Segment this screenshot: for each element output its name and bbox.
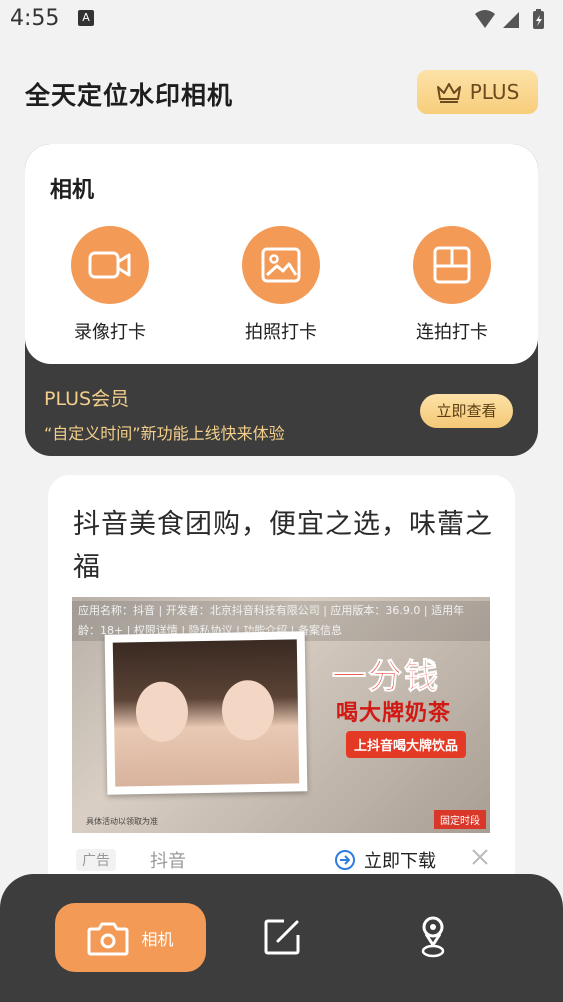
ad-photo-frame [104, 631, 308, 795]
ad-source: 抖音 [150, 851, 186, 872]
notification-icon: A [78, 10, 94, 26]
nav-edit-tab[interactable] [259, 914, 305, 960]
close-icon[interactable] [470, 847, 490, 867]
ad-photo [112, 639, 300, 787]
burst-checkin-button[interactable]: 连拍打卡 [397, 226, 507, 344]
plus-button[interactable]: PLUS [417, 70, 538, 114]
promo-subheadline: 喝大牌奶茶 [336, 701, 452, 726]
ad-title: 抖音美食团购，便宜之选，味蕾之福 [73, 509, 493, 583]
download-label: 立即下载 [364, 851, 436, 872]
wifi-icon [475, 10, 495, 28]
camera-icon [87, 922, 129, 955]
plus-label: PLUS [469, 80, 520, 104]
edit-icon [264, 919, 300, 955]
status-bar: 4:55 A [0, 0, 563, 40]
download-arrow-icon [335, 850, 355, 870]
photo-checkin-button[interactable]: 拍照打卡 [226, 226, 336, 344]
download-button[interactable]: 立即下载 [334, 847, 436, 873]
crown-icon [436, 83, 461, 103]
camera-card: 相机 录像打卡 拍照打卡 连拍打卡 [25, 144, 538, 364]
app-title: 全天定位水印相机 [25, 81, 234, 110]
promo-headline: 一分钱 [332, 657, 440, 698]
bottom-nav: 相机 [0, 874, 563, 1002]
view-now-button[interactable]: 立即查看 [420, 394, 513, 428]
nav-location-tab[interactable] [410, 914, 456, 960]
layout-icon [433, 246, 471, 284]
ad-fine-print: 具体活动以领取为准 [86, 817, 158, 826]
plus-member-subtitle: “自定义时间”新功能上线快来体验 [44, 424, 285, 443]
nav-camera-tab[interactable]: 相机 [55, 903, 206, 972]
status-time: 4:55 [10, 6, 60, 31]
ad-image[interactable]: 应用名称：抖音 | 开发者：北京抖音科技有限公司 | 应用版本：36.9.0 |… [72, 597, 490, 833]
image-icon [261, 247, 301, 283]
signal-icon [503, 12, 519, 28]
photo-checkin-label: 拍照打卡 [245, 322, 317, 343]
image-icon-circle [242, 226, 320, 304]
ad-footer: 广告 抖音 立即下载 [72, 847, 490, 875]
promo-tag: 上抖音喝大牌饮品 [346, 731, 467, 758]
location-icon [421, 916, 445, 958]
plus-member-title: PLUS会员 [44, 388, 130, 410]
nav-camera-label: 相机 [141, 929, 174, 949]
system-status-icons [475, 9, 544, 29]
camera-section-title: 相机 [50, 178, 95, 203]
ad-corner-tag: 固定时段 [434, 810, 486, 829]
video-icon-circle [71, 226, 149, 304]
face-right [221, 679, 275, 741]
video-checkin-button[interactable]: 录像打卡 [55, 226, 165, 344]
ad-promo: 一分钱 喝大牌奶茶 上抖音喝大牌饮品 [322, 627, 490, 797]
video-checkin-label: 录像打卡 [74, 322, 146, 343]
ad-card[interactable]: 抖音美食团购，便宜之选，味蕾之福 应用名称：抖音 | 开发者：北京抖音科技有限公… [48, 475, 515, 915]
layout-icon-circle [413, 226, 491, 304]
face-left [135, 681, 189, 743]
ad-badge: 广告 [76, 849, 116, 871]
burst-checkin-label: 连拍打卡 [416, 322, 488, 343]
video-icon [88, 251, 131, 279]
